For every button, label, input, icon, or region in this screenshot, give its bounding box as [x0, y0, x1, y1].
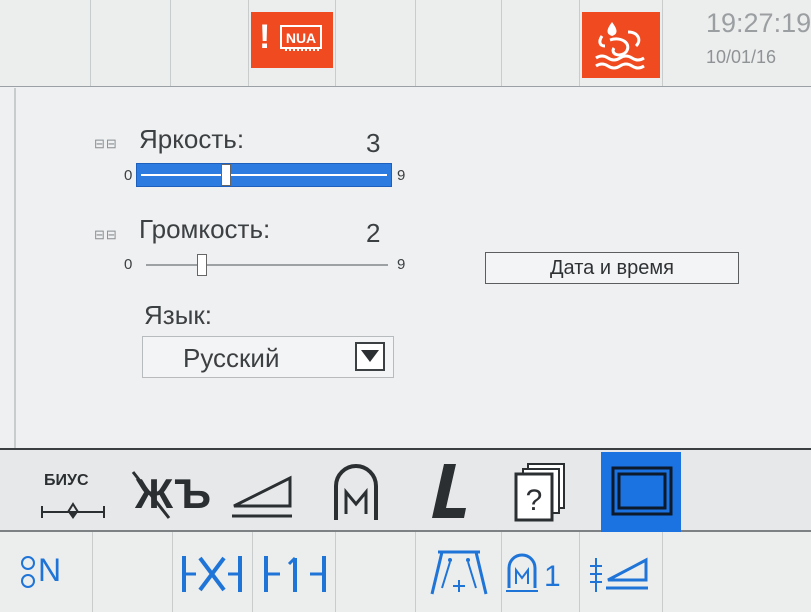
brightness-slider-thumb[interactable]: [221, 164, 231, 186]
steam-heater-icon: [595, 22, 645, 70]
screen-icon: [611, 466, 673, 516]
bottom-slot-2: [93, 532, 173, 612]
language-select[interactable]: Русский: [142, 336, 394, 378]
biys-tension-tool[interactable]: БИУС: [36, 464, 112, 526]
volume-value: 2: [366, 218, 381, 248]
presser-foot-icon[interactable]: [230, 470, 294, 520]
m-arch-small-icon: [506, 553, 538, 592]
status-slot-1: [0, 0, 91, 86]
svg-text:?: ?: [526, 484, 543, 517]
m-counter-value: 1: [544, 560, 561, 593]
brightness-slider-line: [141, 174, 387, 176]
biys-label: БИУС: [44, 472, 89, 489]
status-slot-6: [416, 0, 502, 86]
status-slot-3: [171, 0, 249, 86]
brightness-label: Яркость:: [139, 124, 245, 154]
svg-text:NUA: NUA: [286, 30, 316, 46]
m-counter-button[interactable]: 1: [506, 553, 572, 598]
thread-settings-icon[interactable]: ЖЪ: [131, 464, 211, 524]
needle-stop-button[interactable]: N: [20, 552, 80, 596]
needle-circles-icon: [21, 556, 35, 588]
stitch-trim-icon[interactable]: [180, 552, 244, 596]
m-arch-icon[interactable]: [330, 462, 382, 524]
needle-label: N: [38, 552, 62, 588]
l-tool-icon[interactable]: [430, 462, 470, 522]
dropdown-arrow-icon[interactable]: [355, 342, 385, 371]
alert-exclamation: !: [259, 18, 271, 56]
volume-max: 9: [397, 256, 406, 273]
svg-text:ЖЪ: ЖЪ: [134, 470, 211, 517]
brightness-max: 9: [397, 167, 406, 184]
foot-lift-icon[interactable]: [588, 552, 652, 596]
brightness-min: 0: [124, 167, 133, 184]
heater-alert-button[interactable]: [582, 12, 660, 78]
brightness-value: 3: [366, 128, 381, 158]
help-icon[interactable]: ?: [512, 462, 568, 524]
stitch-one-icon[interactable]: [262, 552, 328, 596]
volume-grip-icon: ⊟⊟: [94, 227, 118, 242]
status-slot-7: [502, 0, 580, 86]
volume-slider-thumb[interactable]: [197, 254, 207, 276]
nua-chip-icon: NUA: [280, 25, 322, 51]
volume-slider[interactable]: [146, 264, 388, 266]
tension-scale-icon: [41, 502, 105, 519]
status-slot-2: [91, 0, 171, 86]
mode-toolbar: [0, 448, 811, 532]
language-value: Русский: [183, 343, 280, 373]
status-slot-5: [336, 0, 416, 86]
nua-alert-button[interactable]: ! NUA: [251, 12, 333, 68]
thread-puller-icon[interactable]: [428, 548, 490, 598]
brightness-grip-icon: ⊟⊟: [94, 136, 118, 151]
date-time-button[interactable]: Дата и время: [485, 252, 739, 284]
language-label: Язык:: [144, 300, 212, 330]
screen-settings-tool[interactable]: [601, 452, 681, 532]
clock-time: 19:27:19: [706, 8, 811, 38]
clock-date: 10/01/16: [706, 47, 777, 67]
bottom-slot-5: [336, 532, 416, 612]
volume-label: Громкость:: [139, 214, 271, 244]
volume-min: 0: [124, 256, 133, 273]
